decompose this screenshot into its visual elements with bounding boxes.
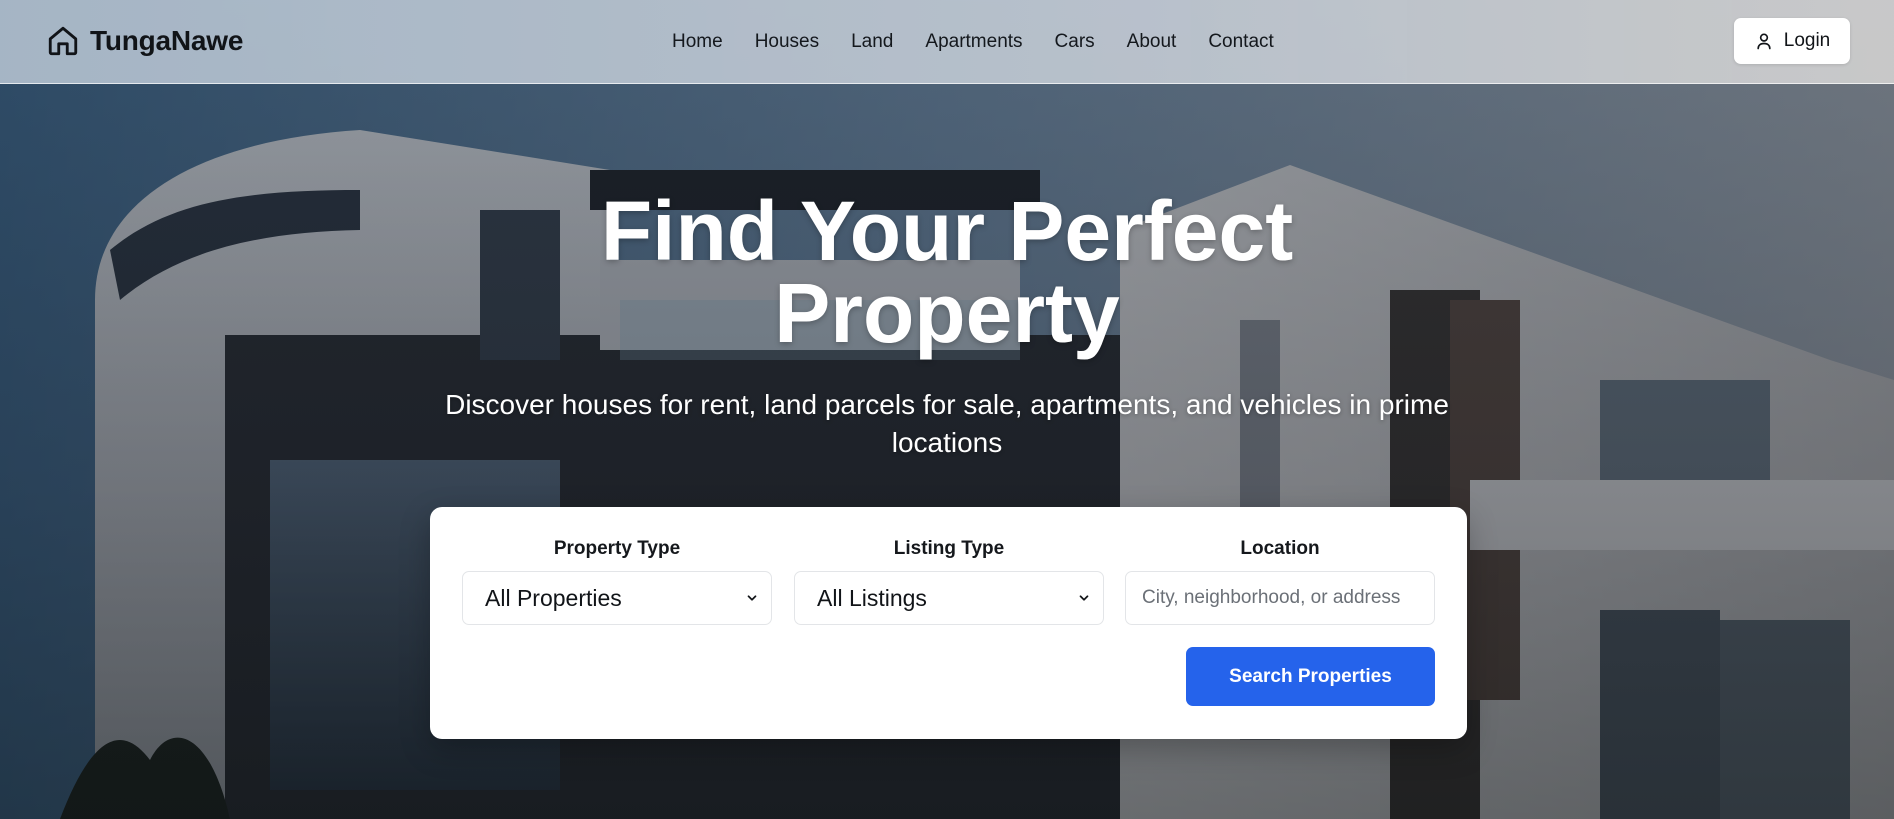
hero-subtitle: Discover houses for rent, land parcels f… — [445, 389, 1449, 458]
nav-link-contact[interactable]: Contact — [1208, 31, 1273, 53]
nav-link-houses[interactable]: Houses — [755, 31, 819, 53]
page: TungaNawe Home Houses Land Apartments Ca… — [0, 0, 1894, 819]
property-type-field: Property Type All Properties — [462, 537, 772, 625]
nav-link-home[interactable]: Home — [672, 31, 723, 53]
hero-title: Find Your Perfect Property — [600, 184, 1294, 360]
navbar: TungaNawe Home Houses Land Apartments Ca… — [0, 0, 1894, 84]
chevron-down-icon — [1079, 595, 1089, 601]
nav-link-cars[interactable]: Cars — [1055, 31, 1095, 53]
brand-logo[interactable]: TungaNawe — [46, 20, 243, 62]
location-field: Location — [1125, 537, 1435, 625]
nav-link-about[interactable]: About — [1127, 31, 1177, 53]
nav-link-land[interactable]: Land — [851, 31, 893, 53]
chevron-down-icon — [747, 595, 757, 601]
location-input[interactable] — [1125, 571, 1435, 625]
property-type-select[interactable]: All Properties — [462, 571, 772, 625]
search-properties-button[interactable]: Search Properties — [1186, 647, 1435, 706]
brand-name: TungaNawe — [90, 25, 244, 56]
location-label: Location — [1240, 538, 1320, 559]
search-card: Property Type All Properties Listing Typ… — [430, 507, 1467, 739]
listing-type-select[interactable]: All Listings — [794, 571, 1104, 625]
nav-link-apartments[interactable]: Apartments — [925, 31, 1022, 53]
main-nav: Home Houses Land Apartments Cars About C… — [672, 0, 1274, 84]
login-label: Login — [1783, 30, 1831, 51]
login-button[interactable]: Login — [1734, 18, 1850, 64]
property-type-label: Property Type — [553, 538, 681, 559]
home-icon — [48, 26, 78, 56]
property-type-value: All Properties — [485, 584, 622, 611]
user-icon — [1757, 33, 1771, 50]
listing-type-label: Listing Type — [893, 538, 1005, 559]
listing-type-field: Listing Type All Listings — [794, 537, 1104, 625]
listing-type-value: All Listings — [817, 584, 927, 611]
